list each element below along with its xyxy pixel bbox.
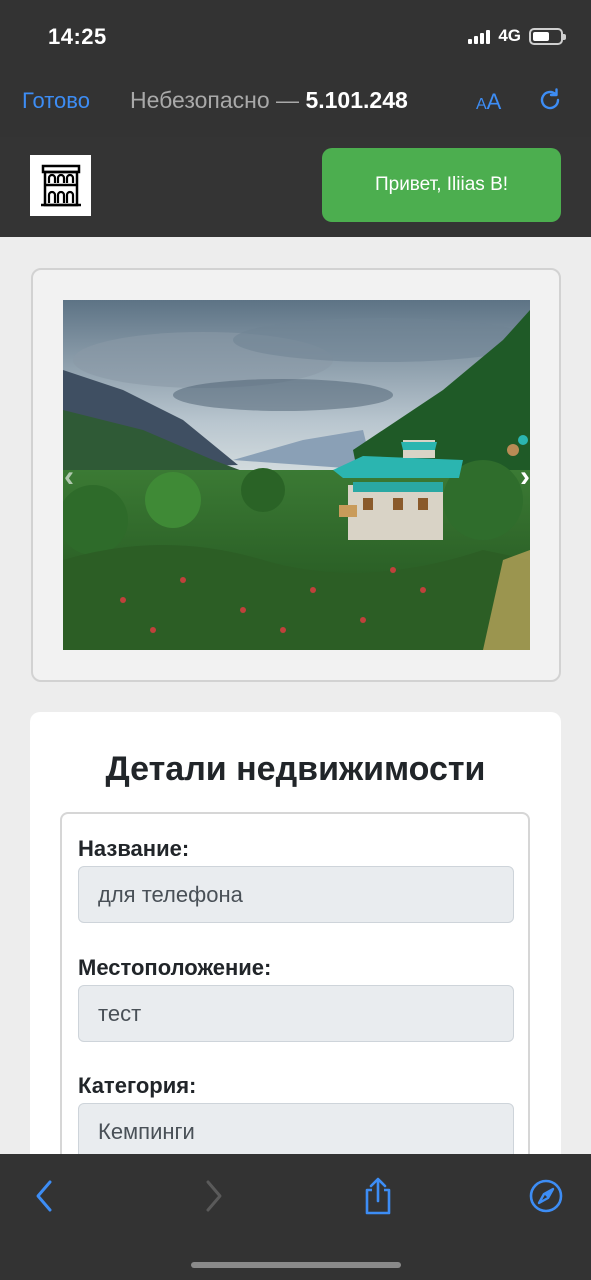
carousel-prev-icon[interactable]: ‹ (64, 460, 74, 494)
category-label: Категория: (78, 1073, 197, 1098)
name-label: Название: (78, 836, 190, 861)
forward-icon[interactable] (194, 1176, 234, 1216)
browser-address-bar: Готово Небезопасно — 5.101.248 AA (0, 70, 591, 137)
location-label: Местоположение: (78, 955, 272, 980)
category-field[interactable]: Кемпинги (78, 1103, 514, 1160)
location-field[interactable]: тест (78, 985, 514, 1042)
details-title: Детали недвижимости (105, 750, 486, 788)
building-icon (40, 164, 81, 206)
status-time: 14:25 (48, 24, 107, 49)
share-icon[interactable] (358, 1176, 398, 1216)
status-bar: 14:25 4G (0, 0, 591, 70)
user-greeting-button[interactable]: Привет, Iliias B! (322, 148, 561, 222)
battery-icon (529, 27, 566, 45)
security-warning: Небезопасно — (130, 87, 300, 113)
status-indicators: 4G (468, 26, 566, 46)
name-field[interactable]: для телефона (78, 866, 514, 923)
property-image-carousel: ‹ › (31, 268, 561, 682)
site-header: Привет, Iliias B! (0, 137, 591, 237)
text-size-button[interactable]: AA (476, 89, 501, 115)
house-in-mountain-valley-photo: ‹ › (63, 300, 530, 650)
address-field[interactable]: Небезопасно — 5.101.248 (130, 87, 408, 114)
home-indicator (191, 1262, 401, 1268)
site-logo[interactable] (30, 155, 91, 216)
carousel-next-icon[interactable]: › (520, 460, 530, 494)
compass-icon[interactable] (526, 1176, 566, 1216)
page-host: 5.101.248 (305, 87, 408, 113)
network-type: 4G (498, 26, 521, 45)
reload-icon[interactable] (536, 86, 564, 114)
back-icon[interactable] (24, 1176, 64, 1216)
cellular-signal-icon (468, 28, 491, 44)
done-button[interactable]: Готово (22, 88, 90, 114)
